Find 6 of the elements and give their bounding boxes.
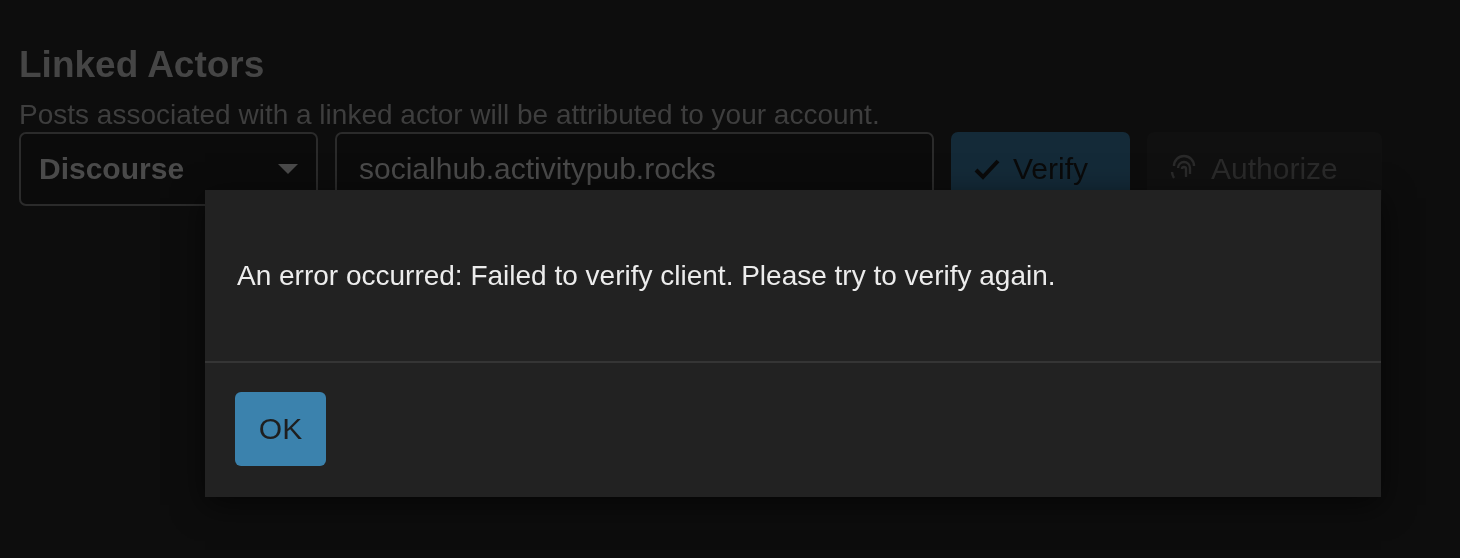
caret-icon [278,164,298,174]
section-title: Linked Actors [19,43,266,87]
check-icon [973,157,1001,181]
platform-select[interactable]: Discourse [19,132,318,206]
error-message: An error occurred: Failed to verify client. Please try to verify again. [205,190,1381,363]
ok-button[interactable]: OK [235,392,326,466]
